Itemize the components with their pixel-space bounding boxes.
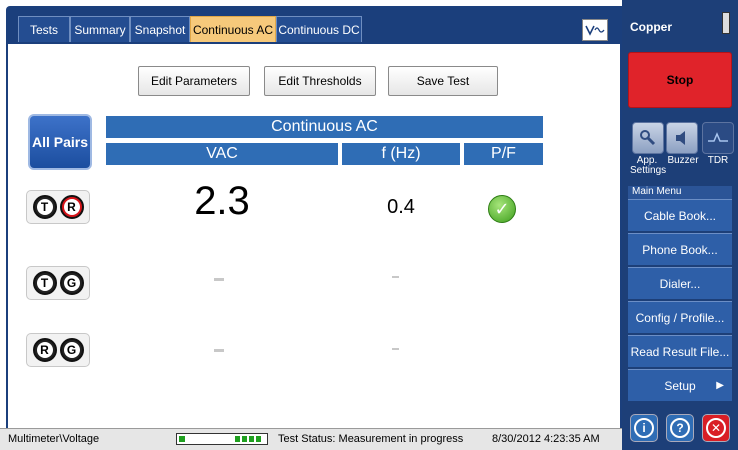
- ground-icon: G: [59, 338, 84, 362]
- speaker-icon[interactable]: [666, 122, 698, 154]
- voltage-logo-icon[interactable]: [582, 19, 608, 41]
- waveform-icon[interactable]: [702, 122, 734, 154]
- tab-snapshot[interactable]: Snapshot: [130, 16, 190, 42]
- main-panel: Edit Parameters Edit Thresholds Save Tes…: [6, 44, 622, 428]
- menu-item-setup[interactable]: Setup ▶: [628, 369, 732, 401]
- status-bar: Multimeter\Voltage Test Status: Measurem…: [0, 428, 622, 450]
- edit-parameters-button[interactable]: Edit Parameters: [138, 66, 250, 96]
- pair-tg-icon[interactable]: T G: [26, 266, 90, 300]
- tab-continuous-dc[interactable]: Continuous DC: [276, 16, 362, 42]
- table-title: Continuous AC: [106, 116, 543, 138]
- all-pairs-button[interactable]: All Pairs: [28, 114, 92, 170]
- app-window: Tests Summary Snapshot Continuous AC Con…: [0, 0, 738, 450]
- setup-label: Setup: [664, 378, 696, 393]
- save-test-button[interactable]: Save Test: [388, 66, 498, 96]
- menu-item-config-profile[interactable]: Config / Profile...: [628, 301, 732, 333]
- stop-button[interactable]: Stop: [628, 52, 732, 108]
- column-header-frequency: f (Hz): [342, 143, 460, 165]
- battery-icon: [176, 433, 268, 445]
- status-datetime: 8/30/2012 4:23:35 AM: [492, 433, 600, 445]
- close-button[interactable]: ✕: [702, 414, 730, 442]
- menu-item-dialer[interactable]: Dialer...: [628, 267, 732, 299]
- vac-empty-dash: [214, 349, 224, 352]
- menu-item-read-result-file[interactable]: Read Result File...: [628, 335, 732, 367]
- vac-empty-dash: [214, 278, 224, 281]
- info-button[interactable]: i: [630, 414, 658, 442]
- app-settings-label: App. Settings: [630, 155, 667, 176]
- test-status-text: Test Status: Measurement in progress: [278, 433, 464, 445]
- ring-icon: R: [59, 195, 84, 219]
- tab-summary[interactable]: Summary: [70, 16, 130, 42]
- tdr-label: TDR: [707, 155, 729, 166]
- tip-icon: T: [32, 195, 57, 219]
- chevron-right-icon: ▶: [716, 380, 724, 391]
- wrench-icon[interactable]: [632, 122, 664, 154]
- pair-rg-icon[interactable]: R G: [26, 333, 90, 367]
- ground-icon: G: [59, 271, 84, 295]
- close-icon: ✕: [706, 418, 726, 438]
- frequency-value: 0.4: [387, 196, 415, 218]
- tab-bar: Tests Summary Snapshot Continuous AC Con…: [6, 6, 622, 44]
- right-panel: Copper Stop App. Settings Buzzer TDR Mai…: [622, 0, 738, 450]
- tip-icon: T: [32, 271, 57, 295]
- pass-check-icon: ✓: [488, 195, 516, 223]
- vac-value: 2.3: [194, 179, 250, 223]
- panel-title: Copper: [630, 20, 672, 34]
- menu-item-phone-book[interactable]: Phone Book...: [628, 233, 732, 265]
- menu-item-cable-book[interactable]: Cable Book...: [628, 199, 732, 231]
- waveform-icon: [585, 25, 605, 36]
- info-icon: i: [634, 418, 654, 438]
- column-header-vac: VAC: [106, 143, 338, 165]
- device-battery-icon: [722, 12, 730, 34]
- main-menu-header: Main Menu: [628, 186, 732, 199]
- tab-continuous-ac[interactable]: Continuous AC: [190, 16, 276, 42]
- column-header-pass-fail: P/F: [464, 143, 543, 165]
- edit-thresholds-button[interactable]: Edit Thresholds: [264, 66, 376, 96]
- status-path: Multimeter\Voltage: [8, 433, 100, 445]
- frequency-empty-dash: [392, 348, 399, 350]
- buzzer-label: Buzzer: [667, 155, 699, 166]
- ring-icon: R: [32, 338, 57, 362]
- help-button[interactable]: ?: [666, 414, 694, 442]
- tab-tests[interactable]: Tests: [18, 16, 70, 42]
- frequency-empty-dash: [392, 276, 399, 278]
- question-icon: ?: [670, 418, 690, 438]
- pair-tr-icon[interactable]: T R: [26, 190, 90, 224]
